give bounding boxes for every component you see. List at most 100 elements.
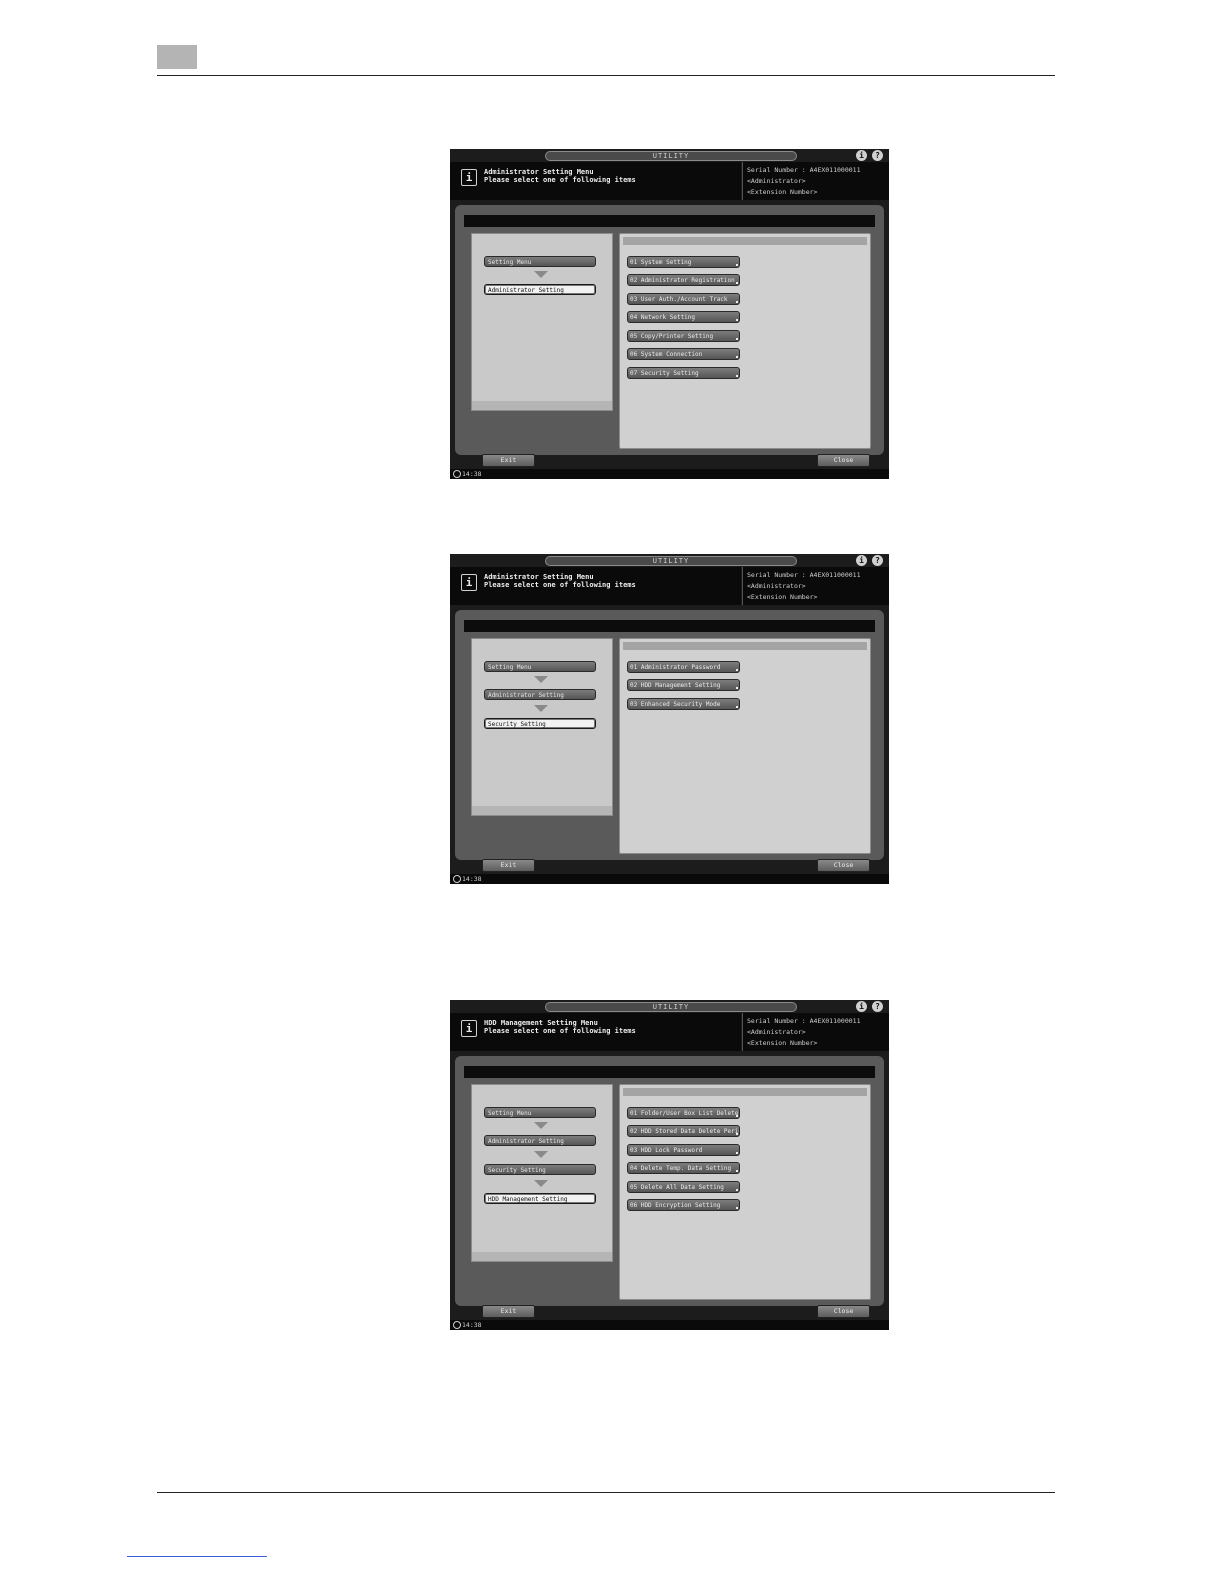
menu-item-administrator-password[interactable]: 01 Administrator Password xyxy=(627,661,740,673)
screen-title: UTILITY xyxy=(545,151,797,161)
utility-screen-2: UTILITY i ? i Administrator Setting Menu… xyxy=(450,554,889,884)
info-icon: i xyxy=(461,1020,477,1037)
extension-number: <Extension Number> xyxy=(747,1039,818,1047)
breadcrumb-setting-menu[interactable]: Setting Menu xyxy=(484,256,596,267)
breadcrumb-panel: Setting Menu Administrator Setting xyxy=(471,233,613,411)
info-icon: i xyxy=(461,169,477,186)
user-role: <Administrator> xyxy=(747,1028,806,1036)
exit-button[interactable]: Exit xyxy=(482,1305,535,1318)
menu-panel-header xyxy=(623,1088,867,1096)
menu-item-hdd-lock-password[interactable]: 03 HDD Lock Password xyxy=(627,1144,740,1156)
menu-item-hdd-encryption-setting[interactable]: 06 HDD Encryption Setting xyxy=(627,1199,740,1211)
clock-time: 14:38 xyxy=(462,470,482,478)
menu-item-enhanced-security-mode[interactable]: 03 Enhanced Security Mode xyxy=(627,698,740,710)
help-icon[interactable]: ? xyxy=(872,1001,883,1012)
breadcrumb-setting-menu[interactable]: Setting Menu xyxy=(484,661,596,672)
breadcrumb-panel: Setting Menu Administrator Setting Secur… xyxy=(471,1084,613,1262)
menu-item-folder-user-box-list-delete[interactable]: 01 Folder/User Box List Delete xyxy=(627,1107,740,1119)
menu-item-hdd-stored-data-delete-period[interactable]: 02 HDD Stored Data Delete Period xyxy=(627,1125,740,1137)
exit-button[interactable]: Exit xyxy=(482,454,535,467)
message-line: Administrator Setting Menu xyxy=(484,573,594,581)
chapter-number-box xyxy=(157,45,197,69)
breadcrumb-hdd-management-setting[interactable]: HDD Management Setting xyxy=(484,1193,596,1204)
message-line: Please select one of following items xyxy=(484,581,636,589)
breadcrumb-setting-menu[interactable]: Setting Menu xyxy=(484,1107,596,1118)
menu-panel-header xyxy=(623,642,867,650)
serial-number: Serial Number : A4EX011000011 xyxy=(747,166,861,174)
guidance-icon[interactable]: i xyxy=(856,555,867,566)
menu-item-hdd-management-setting[interactable]: 02 HDD Management Setting xyxy=(627,679,740,691)
breadcrumb-panel: Setting Menu Administrator Setting Secur… xyxy=(471,638,613,816)
menu-item-security-setting[interactable]: 07 Security Setting xyxy=(627,367,740,379)
footer-link-underline xyxy=(127,1556,267,1557)
close-button[interactable]: Close xyxy=(817,1305,870,1318)
clock-time: 14:38 xyxy=(462,1321,482,1329)
menu-item-system-setting[interactable]: 01 System Setting xyxy=(627,256,740,268)
menu-item-copy-printer-setting[interactable]: 05 Copy/Printer Setting xyxy=(627,330,740,342)
breadcrumb-administrator-setting[interactable]: Administrator Setting xyxy=(484,1135,596,1146)
down-arrow-icon xyxy=(534,676,548,683)
breadcrumb-security-setting[interactable]: Security Setting xyxy=(484,718,596,729)
info-icon: i xyxy=(461,574,477,591)
guidance-icon[interactable]: i xyxy=(856,150,867,161)
menu-item-user-auth[interactable]: 03 User Auth./Account Track xyxy=(627,293,740,305)
utility-screen-1: UTILITY i ? i Administrator Setting Menu… xyxy=(450,149,889,479)
menu-item-administrator-registration[interactable]: 02 Administrator Registration xyxy=(627,274,740,286)
guidance-icon[interactable]: i xyxy=(856,1001,867,1012)
screen-title: UTILITY xyxy=(545,1002,797,1012)
path-bar xyxy=(464,620,875,632)
serial-number: Serial Number : A4EX011000011 xyxy=(747,1017,861,1025)
status-bar: 14:38 xyxy=(450,469,889,479)
down-arrow-icon xyxy=(534,705,548,712)
footer-rule xyxy=(157,1492,1055,1493)
clock-icon xyxy=(453,875,461,883)
serial-info: Serial Number : A4EX011000011 <Administr… xyxy=(742,1013,889,1051)
message-area: i Administrator Setting Menu Please sele… xyxy=(450,567,741,605)
menu-panel-header xyxy=(623,237,867,245)
extension-number: <Extension Number> xyxy=(747,188,818,196)
message-area: i HDD Management Setting Menu Please sel… xyxy=(450,1013,741,1051)
message-line: Administrator Setting Menu xyxy=(484,168,594,176)
path-bar xyxy=(464,1066,875,1078)
clock-time: 14:38 xyxy=(462,875,482,883)
status-bar: 14:38 xyxy=(450,1320,889,1330)
user-role: <Administrator> xyxy=(747,582,806,590)
menu-item-delete-all-data-setting[interactable]: 05 Delete All Data Setting xyxy=(627,1181,740,1193)
down-arrow-icon xyxy=(534,271,548,278)
utility-screen-3: UTILITY i ? i HDD Management Setting Men… xyxy=(450,1000,889,1330)
down-arrow-icon xyxy=(534,1151,548,1158)
serial-info: Serial Number : A4EX011000011 <Administr… xyxy=(742,567,889,605)
menu-panel: 01 Folder/User Box List Delete 02 HDD St… xyxy=(619,1084,871,1300)
close-button[interactable]: Close xyxy=(817,859,870,872)
header-rule xyxy=(157,75,1055,76)
exit-button[interactable]: Exit xyxy=(482,859,535,872)
message-line: Please select one of following items xyxy=(484,1027,636,1035)
menu-item-system-connection[interactable]: 06 System Connection xyxy=(627,348,740,360)
serial-number: Serial Number : A4EX011000011 xyxy=(747,571,861,579)
user-role: <Administrator> xyxy=(747,177,806,185)
extension-number: <Extension Number> xyxy=(747,593,818,601)
main-frame: Setting Menu Administrator Setting 01 Sy… xyxy=(455,205,884,455)
clock-icon xyxy=(453,470,461,478)
close-button[interactable]: Close xyxy=(817,454,870,467)
menu-item-network-setting[interactable]: 04 Network Setting xyxy=(627,311,740,323)
screen-title: UTILITY xyxy=(545,556,797,566)
serial-info: Serial Number : A4EX011000011 <Administr… xyxy=(742,162,889,200)
message-area: i Administrator Setting Menu Please sele… xyxy=(450,162,741,200)
clock-icon xyxy=(453,1321,461,1329)
message-line: Please select one of following items xyxy=(484,176,636,184)
breadcrumb-security-setting[interactable]: Security Setting xyxy=(484,1164,596,1175)
down-arrow-icon xyxy=(534,1122,548,1129)
message-line: HDD Management Setting Menu xyxy=(484,1019,598,1027)
breadcrumb-administrator-setting[interactable]: Administrator Setting xyxy=(484,284,596,295)
menu-panel: 01 System Setting 02 Administrator Regis… xyxy=(619,233,871,449)
main-frame: Setting Menu Administrator Setting Secur… xyxy=(455,1056,884,1306)
down-arrow-icon xyxy=(534,1180,548,1187)
menu-item-delete-temp-data-setting[interactable]: 04 Delete Temp. Data Setting xyxy=(627,1162,740,1174)
help-icon[interactable]: ? xyxy=(872,555,883,566)
help-icon[interactable]: ? xyxy=(872,150,883,161)
menu-panel: 01 Administrator Password 02 HDD Managem… xyxy=(619,638,871,854)
path-bar xyxy=(464,215,875,227)
breadcrumb-administrator-setting[interactable]: Administrator Setting xyxy=(484,689,596,700)
status-bar: 14:38 xyxy=(450,874,889,884)
